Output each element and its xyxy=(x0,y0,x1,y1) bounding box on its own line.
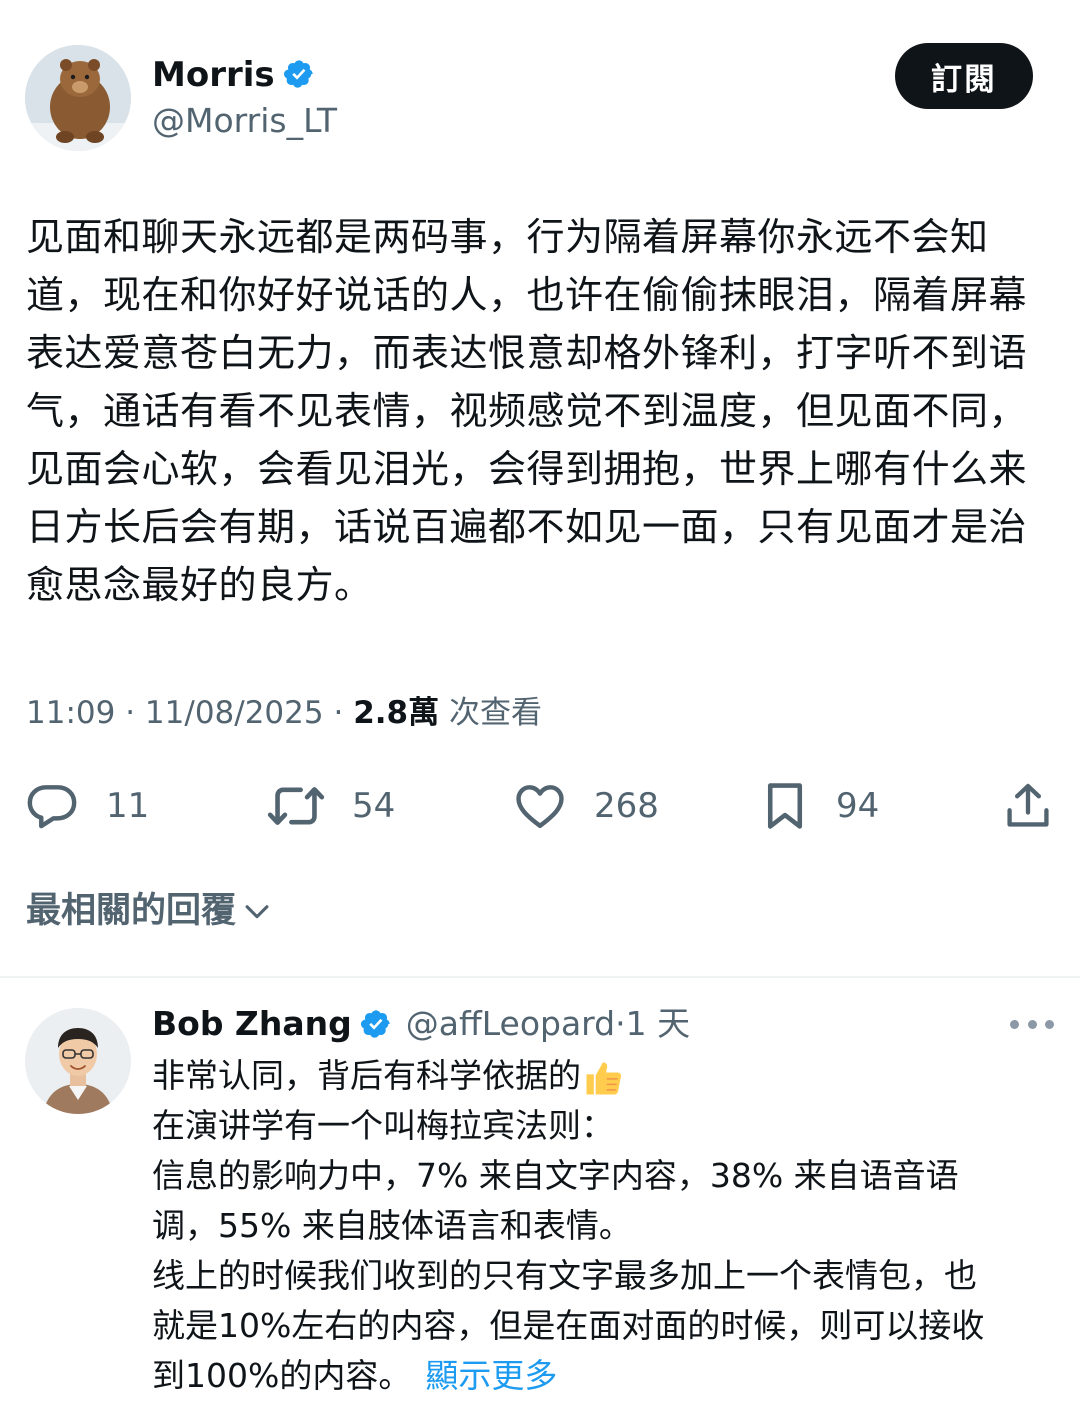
reply-line: 就是10%左右的内容，但是在面对面的时候，则可以接收 xyxy=(152,1306,985,1345)
repost-icon xyxy=(267,787,325,825)
verified-badge-icon xyxy=(360,1010,390,1038)
reply-text: 非常认同，背后有科学依据的 在演讲学有一个叫梅拉宾法则： 信息的影响力中，7% … xyxy=(152,1051,1057,1401)
reply-line: 调，55% 来自肢体语言和表情。 xyxy=(152,1206,632,1245)
reply-author-avatar[interactable] xyxy=(25,1008,131,1114)
subscribe-button[interactable]: 訂閱 xyxy=(895,43,1033,109)
bookmark-icon xyxy=(767,783,803,829)
more-dot xyxy=(1045,1019,1054,1029)
view-count: 2.8萬 xyxy=(353,695,440,731)
chevron-down-icon xyxy=(245,905,269,919)
post-date[interactable]: 11/08/2025 xyxy=(145,695,324,731)
like-button[interactable]: 268 xyxy=(512,778,659,834)
reply-line: 信息的影响力中，7% 来自文字内容，38% 来自语音语 xyxy=(152,1156,959,1195)
verified-badge-icon xyxy=(283,59,313,88)
reply-count: 11 xyxy=(106,786,150,826)
share-icon xyxy=(1007,783,1049,827)
post-time[interactable]: 11:09 xyxy=(26,695,115,731)
repost-button[interactable]: 54 xyxy=(266,778,395,834)
author-name[interactable]: Morris xyxy=(152,55,275,95)
repost-count: 54 xyxy=(352,786,396,826)
post-text: 见面和聊天永远都是两码事，行为隔着屏幕你永远不会知道，现在和你好好说话的人，也许… xyxy=(26,215,1028,607)
author-handle[interactable]: @Morris_LT xyxy=(152,98,337,144)
bookmark-count: 94 xyxy=(836,786,880,826)
reply-line: 线上的时候我们收到的只有文字最多加上一个表情包，也 xyxy=(152,1256,977,1295)
reply-author-handle[interactable]: @affLeopard xyxy=(406,1000,615,1048)
replies-sort-label: 最相關的回覆 xyxy=(26,891,237,931)
show-more-link[interactable]: 顯示更多 xyxy=(425,1356,557,1395)
reply-line: 在演讲学有一个叫梅拉宾法则： xyxy=(152,1106,614,1145)
more-dot xyxy=(1027,1019,1037,1029)
bookmark-button[interactable]: 94 xyxy=(760,778,879,834)
share-button[interactable] xyxy=(1002,778,1054,834)
reply-button[interactable]: 11 xyxy=(24,778,149,834)
reply-line: 非常认同，背后有科学依据的 xyxy=(152,1051,1057,1101)
view-count-label: 次查看 xyxy=(448,695,542,731)
author-avatar[interactable] xyxy=(25,45,131,151)
thumbs-up-emoji xyxy=(586,1061,622,1094)
separator-dot: · xyxy=(615,1004,626,1043)
reply-line-text: 到100%的内容。 xyxy=(152,1356,412,1395)
divider xyxy=(0,976,1080,978)
like-count: 268 xyxy=(594,786,659,826)
reply-header: Bob Zhang @affLeopard · 1 天 xyxy=(152,1000,690,1048)
reply-author-name[interactable]: Bob Zhang xyxy=(152,1000,352,1048)
like-icon xyxy=(516,785,564,829)
more-dot xyxy=(1010,1019,1019,1029)
author-name-row[interactable]: Morris xyxy=(152,52,315,98)
reply-line-text: 非常认同，背后有科学依据的 xyxy=(152,1056,581,1095)
reply-line-last: 到100%的内容。 顯示更多 xyxy=(152,1351,1057,1401)
more-icon[interactable] xyxy=(1010,1016,1054,1032)
post-meta: 11:09 · 11/08/2025 · 2.8萬 次查看 xyxy=(26,695,542,731)
reply-time[interactable]: 1 天 xyxy=(626,1000,691,1048)
replies-sort-dropdown[interactable]: 最相關的回覆 xyxy=(26,886,274,936)
reply-icon xyxy=(27,785,77,829)
